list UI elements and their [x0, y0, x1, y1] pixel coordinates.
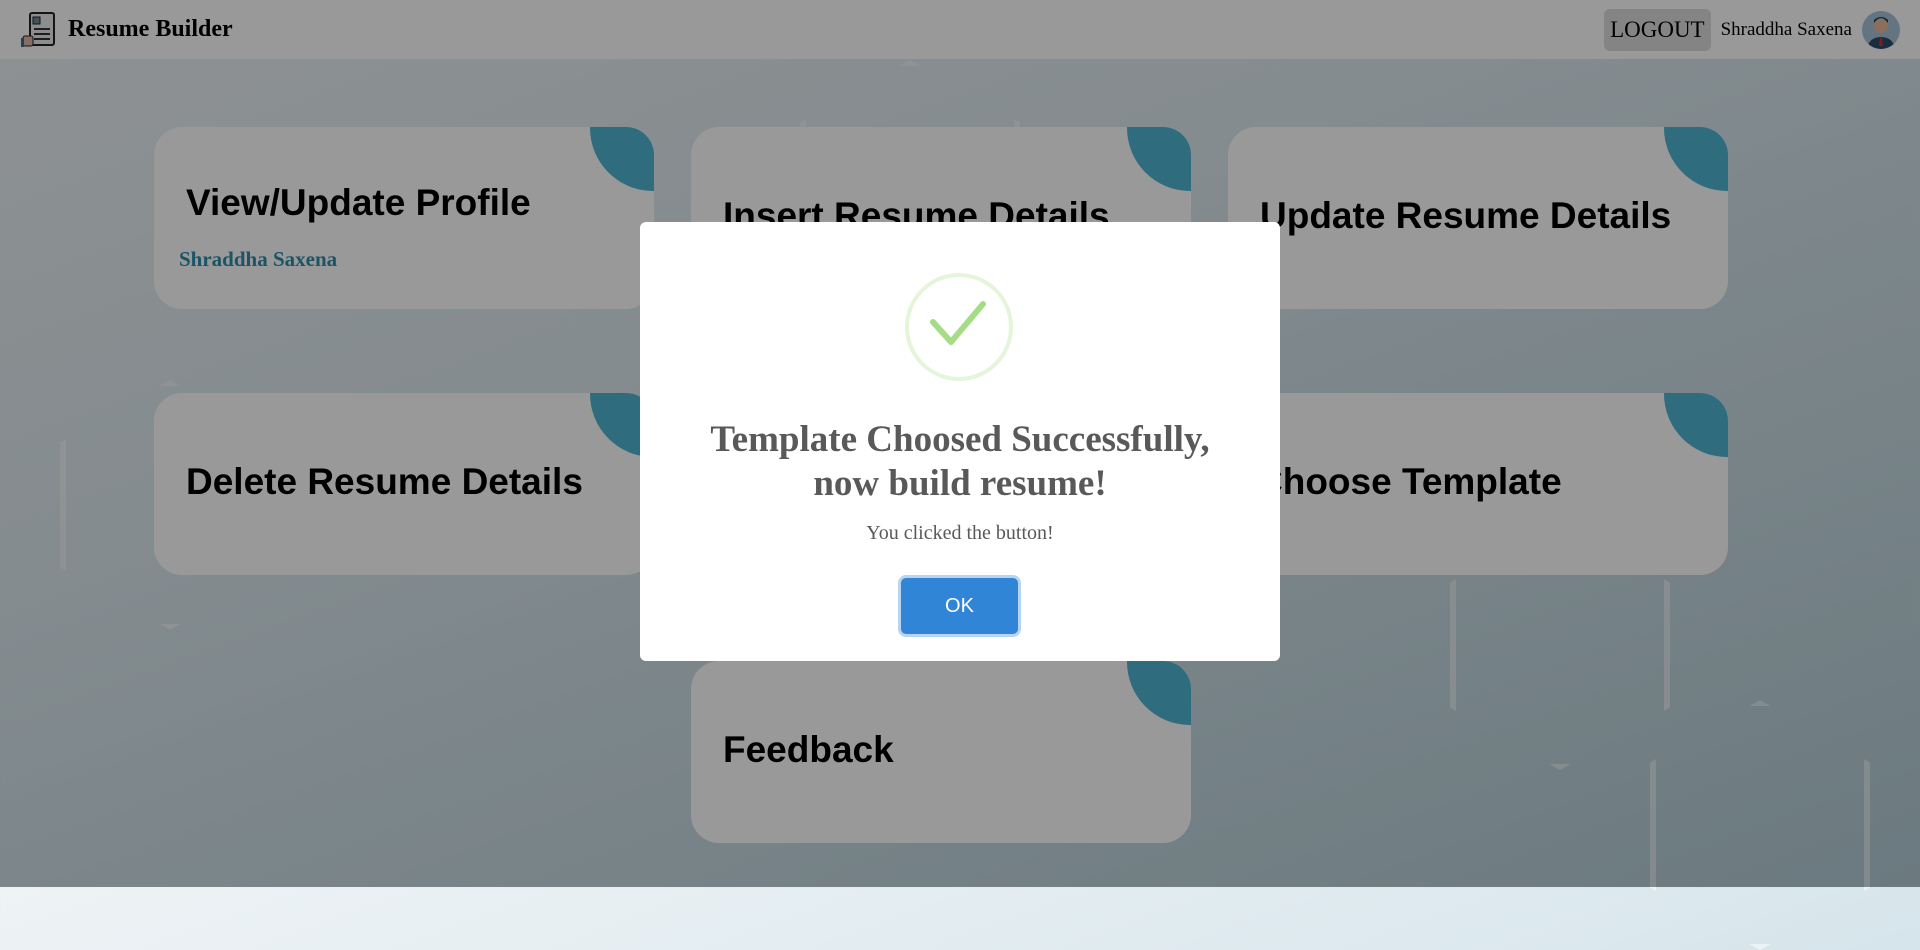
ok-button[interactable]: OK	[901, 578, 1018, 634]
success-dialog: Template Choosed Successfully, now build…	[640, 222, 1280, 661]
success-check-icon	[905, 273, 1013, 381]
dialog-title: Template Choosed Successfully, now build…	[710, 419, 1210, 504]
dialog-text: You clicked the button!	[866, 522, 1054, 544]
